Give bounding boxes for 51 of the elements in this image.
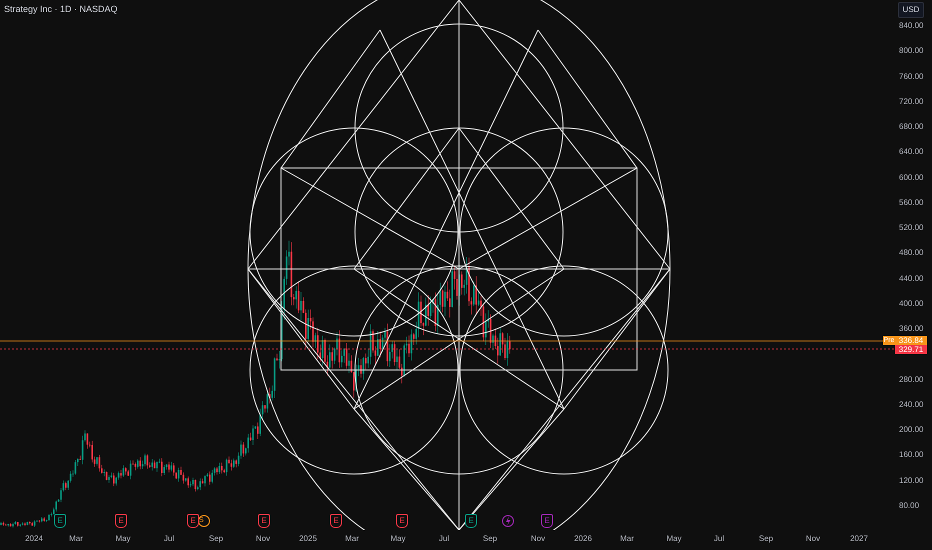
date-label: Mar: [344, 534, 360, 543]
date-label: Nov: [530, 534, 546, 543]
date-label: May: [665, 534, 683, 543]
earnings-marker[interactable]: E: [54, 514, 66, 528]
date-label: 2024: [24, 534, 44, 543]
date-label: Sep: [482, 534, 498, 543]
earnings-marker[interactable]: E: [258, 514, 270, 528]
price-label: 480.00: [899, 247, 924, 260]
price-badge: 336.84: [895, 336, 927, 345]
date-label: Jul: [712, 534, 726, 543]
price-label: 280.00: [899, 374, 924, 386]
date-label: Nov: [254, 534, 272, 543]
date-label: Jul: [162, 534, 176, 543]
date-label: Nov: [804, 534, 822, 543]
chart-title: Strategy Inc · 1D · NASDAQ: [4, 4, 118, 14]
earnings-marker[interactable]: E: [115, 514, 127, 528]
date-label: Mar: [68, 534, 84, 543]
date-label: May: [114, 534, 132, 543]
date-label: Sep: [208, 534, 224, 543]
price-label: 160.00: [899, 449, 924, 462]
price-label: 840.00: [899, 20, 924, 32]
price-label: 600.00: [899, 172, 924, 184]
price-label: 720.00: [899, 96, 924, 108]
price-label: 120.00: [899, 474, 924, 487]
price-label: 760.00: [899, 70, 924, 83]
price-label: 240.00: [899, 398, 924, 411]
earnings-marker[interactable]: E: [465, 514, 477, 528]
price-label: 200.00: [899, 424, 924, 436]
date-label: Mar: [619, 534, 635, 543]
price-label: 640.00: [899, 146, 924, 158]
price-label: 560.00: [899, 196, 924, 209]
price-label: 520.00: [899, 222, 924, 234]
date-label: 2027: [849, 534, 869, 543]
date-label: 2025: [298, 534, 318, 543]
price-label: 440.00: [899, 272, 924, 285]
date-label: Jul: [438, 534, 450, 543]
price-badge: 329.71: [895, 345, 927, 354]
earnings-marker[interactable]: E: [541, 514, 553, 528]
price-label: 800.00: [899, 45, 924, 58]
date-label: 2026: [573, 534, 593, 543]
price-label: 680.00: [899, 121, 924, 134]
date-label: Sep: [758, 534, 774, 543]
lightning-icon[interactable]: [502, 514, 514, 528]
price-label: 360.00: [899, 323, 924, 336]
price-label: 400.00: [899, 298, 924, 310]
earnings-marker[interactable]: E: [330, 514, 342, 528]
earnings-marker[interactable]: E: [187, 514, 199, 528]
earnings-marker[interactable]: E: [396, 514, 408, 528]
currency-button[interactable]: USD: [898, 2, 924, 18]
price-label: 80.00: [899, 500, 920, 512]
date-label: May: [389, 534, 407, 543]
